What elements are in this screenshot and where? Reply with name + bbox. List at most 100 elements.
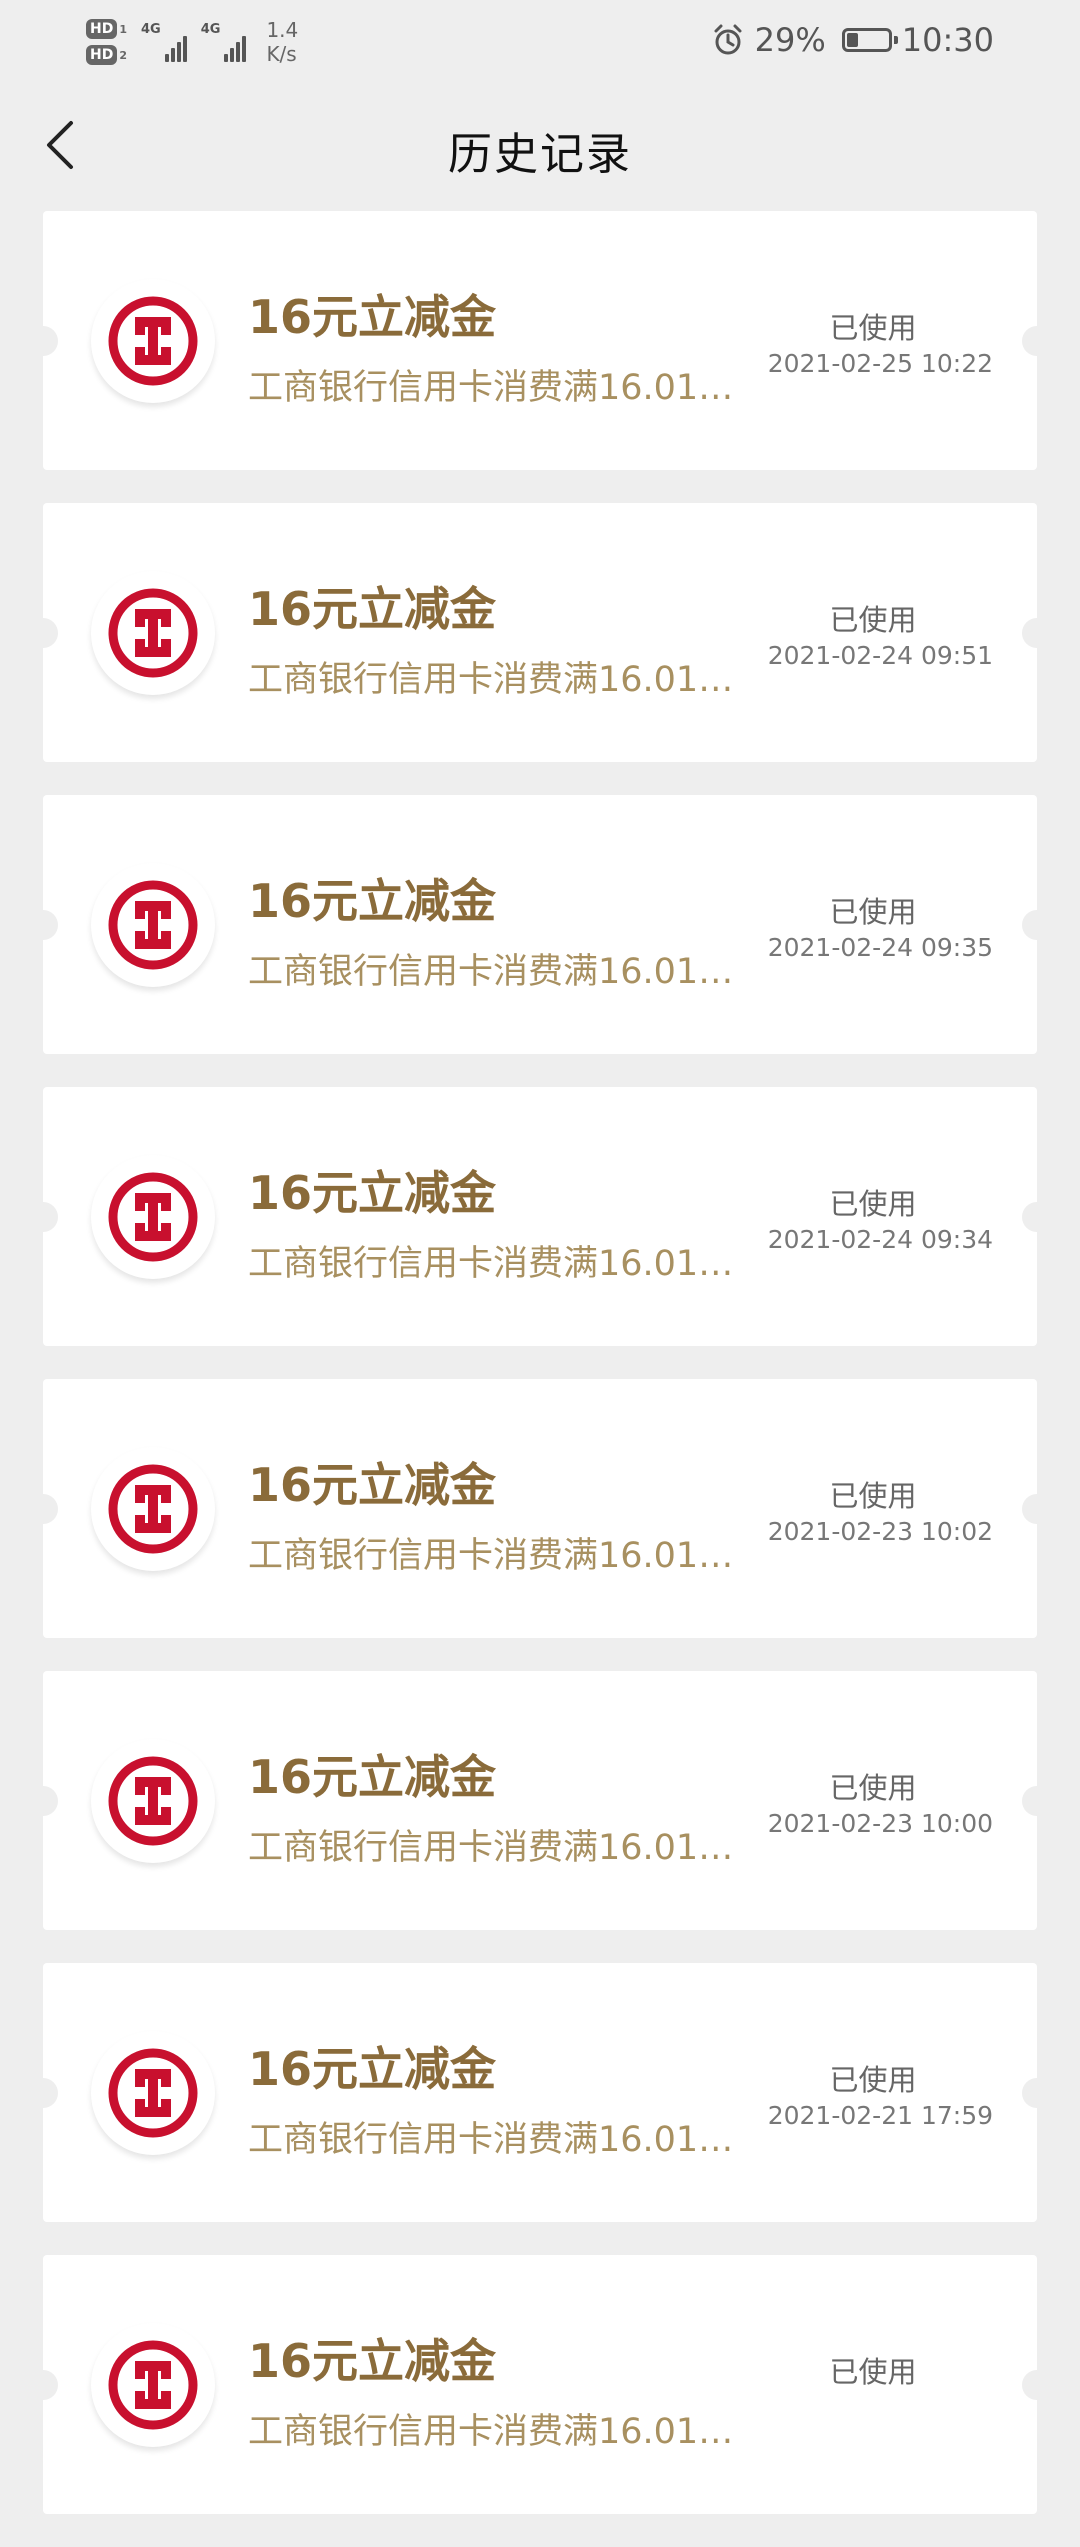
status-label: 已使用 bbox=[829, 311, 917, 345]
status-label: 已使用 bbox=[829, 1187, 917, 1221]
status-label: 已使用 bbox=[829, 895, 917, 929]
battery-percent: 29% bbox=[754, 21, 826, 59]
used-time: 2021-02-25 10:22 bbox=[767, 349, 993, 378]
used-time: 2021-02-24 09:35 bbox=[767, 933, 993, 962]
card-notch bbox=[1022, 1786, 1052, 1816]
icbc-logo-icon bbox=[108, 296, 198, 386]
network-speed: 1.4 K/s bbox=[266, 18, 298, 66]
coupon-description: 工商银行信用卡消费满16.01元可用 bbox=[248, 1244, 753, 1284]
coupon-card[interactable]: 16元立减金 工商银行信用卡消费满16.01元可用 已使用 2021-02-23… bbox=[28, 1379, 1052, 1638]
status-label: 已使用 bbox=[829, 2355, 917, 2389]
coupon-title: 16元立减金 bbox=[248, 290, 497, 344]
coupon-card[interactable]: 16元立减金 工商银行信用卡消费满16.01元可用 已使用 2021-02-24… bbox=[28, 795, 1052, 1054]
coupon-card[interactable]: 16元立减金 工商银行信用卡消费满16.01元可用 已使用 2021-02-24… bbox=[28, 503, 1052, 762]
coupon-description: 工商银行信用卡消费满16.01元可用 bbox=[248, 1536, 753, 1576]
icbc-logo-icon bbox=[108, 1756, 198, 1846]
status-label: 已使用 bbox=[829, 2063, 917, 2097]
signal-icon: 4G bbox=[141, 22, 187, 62]
icbc-logo bbox=[91, 1739, 215, 1863]
icbc-logo bbox=[91, 1155, 215, 1279]
card-notch bbox=[28, 910, 58, 940]
coupon-card[interactable]: 16元立减金 工商银行信用卡消费满16.01元可用 已使用 2021-02-24… bbox=[28, 1087, 1052, 1346]
icbc-logo-icon bbox=[108, 1464, 198, 1554]
hd-number: 1 bbox=[119, 22, 127, 36]
coupon-card[interactable]: 16元立减金 工商银行信用卡消费满16.01元可用 已使用 2021-02-21… bbox=[28, 1963, 1052, 2222]
used-time: 2021-02-23 10:00 bbox=[767, 1809, 993, 1838]
signal-bar bbox=[170, 48, 175, 62]
coupon-card[interactable]: 16元立减金 工商银行信用卡消费满16.01元可用 已使用 2021-02-23… bbox=[28, 1671, 1052, 1930]
record-list[interactable]: 16元立减金 工商银行信用卡消费满16.01元可用 已使用 2021-02-25… bbox=[28, 211, 1052, 2547]
signal-bar bbox=[236, 42, 241, 62]
status-label: 已使用 bbox=[829, 603, 917, 637]
card-notch bbox=[28, 1202, 58, 1232]
signal-bar bbox=[224, 54, 229, 62]
icbc-logo-icon bbox=[108, 2340, 198, 2430]
card-notch bbox=[1022, 1494, 1052, 1524]
coupon-title: 16元立减金 bbox=[248, 2334, 497, 2388]
nav-bar: 历史记录 bbox=[0, 80, 1080, 210]
icbc-logo bbox=[91, 2323, 215, 2447]
card-notch bbox=[28, 1786, 58, 1816]
icbc-logo-icon bbox=[108, 880, 198, 970]
coupon-title: 16元立减金 bbox=[248, 582, 497, 636]
used-time: 2021-02-23 10:02 bbox=[767, 1517, 993, 1546]
signal-bar bbox=[182, 36, 187, 62]
icbc-logo bbox=[91, 1447, 215, 1571]
coupon-title: 16元立减金 bbox=[248, 1750, 497, 1804]
icbc-logo-icon bbox=[108, 2048, 198, 2138]
coupon-card[interactable]: 16元立减金 工商银行信用卡消费满16.01元可用 已使用 2021-02-25… bbox=[28, 211, 1052, 470]
status-label: 已使用 bbox=[829, 1479, 917, 1513]
network-type: 4G bbox=[200, 22, 221, 37]
page-title: 历史记录 bbox=[448, 129, 632, 180]
status-left: HD 1 HD 2 4G 4G 1.4 K/s bbox=[86, 12, 298, 72]
signal-bar bbox=[242, 36, 247, 62]
icbc-logo bbox=[91, 863, 215, 987]
coupon-description: 工商银行信用卡消费满16.01元可用 bbox=[248, 1828, 753, 1868]
status-label: 已使用 bbox=[829, 1771, 917, 1805]
coupon-description: 工商银行信用卡消费满16.01元可用 bbox=[248, 2412, 753, 2452]
card-notch bbox=[1022, 910, 1052, 940]
icbc-logo bbox=[91, 2031, 215, 2155]
speed-value: 1.4 bbox=[266, 18, 299, 42]
coupon-card[interactable]: 16元立减金 工商银行信用卡消费满16.01元可用 已使用 bbox=[28, 2255, 1052, 2514]
card-notch bbox=[1022, 2078, 1052, 2108]
signal-bar bbox=[230, 48, 235, 62]
coupon-title: 16元立减金 bbox=[248, 1166, 497, 1220]
card-notch bbox=[1022, 2370, 1052, 2400]
battery-icon bbox=[841, 28, 898, 52]
network-type: 4G bbox=[141, 22, 161, 37]
coupon-description: 工商银行信用卡消费满16.01元可用 bbox=[248, 952, 753, 992]
hd-label: HD bbox=[86, 45, 118, 65]
icbc-logo bbox=[91, 571, 215, 695]
coupon-title: 16元立减金 bbox=[248, 1458, 497, 1512]
icbc-logo-icon bbox=[108, 588, 198, 678]
status-bar: HD 1 HD 2 4G 4G 1.4 K/s 29% 10:30 bbox=[0, 0, 1080, 80]
coupon-description: 工商银行信用卡消费满16.01元可用 bbox=[248, 368, 753, 408]
card-notch bbox=[28, 618, 58, 648]
coupon-title: 16元立减金 bbox=[248, 874, 497, 928]
card-notch bbox=[1022, 1202, 1052, 1232]
signal-icon: 4G bbox=[201, 22, 247, 62]
hd-indicators: HD 1 HD 2 bbox=[86, 19, 127, 65]
coupon-description: 工商银行信用卡消费满16.01元可用 bbox=[248, 660, 753, 700]
hd-badge-2: HD 2 bbox=[86, 45, 127, 65]
battery-level bbox=[846, 33, 859, 47]
card-notch bbox=[1022, 618, 1052, 648]
clock: 10:30 bbox=[901, 21, 994, 59]
status-right: 29% 10:30 bbox=[711, 18, 994, 62]
icbc-logo-icon bbox=[108, 1172, 198, 1262]
coupon-description: 工商银行信用卡消费满16.01元可用 bbox=[248, 2120, 753, 2160]
speed-unit: K/s bbox=[266, 42, 297, 66]
hd-number: 2 bbox=[119, 48, 127, 62]
icbc-logo bbox=[91, 279, 215, 403]
used-time: 2021-02-21 17:59 bbox=[767, 2101, 993, 2130]
hd-label: HD bbox=[86, 19, 118, 39]
alarm-icon bbox=[714, 24, 742, 55]
card-notch bbox=[1022, 326, 1052, 356]
signal-bar bbox=[164, 54, 169, 62]
card-notch bbox=[28, 326, 58, 356]
card-notch bbox=[28, 1494, 58, 1524]
used-time: 2021-02-24 09:34 bbox=[767, 1225, 993, 1254]
used-time: 2021-02-24 09:51 bbox=[767, 641, 993, 670]
card-notch bbox=[28, 2370, 58, 2400]
